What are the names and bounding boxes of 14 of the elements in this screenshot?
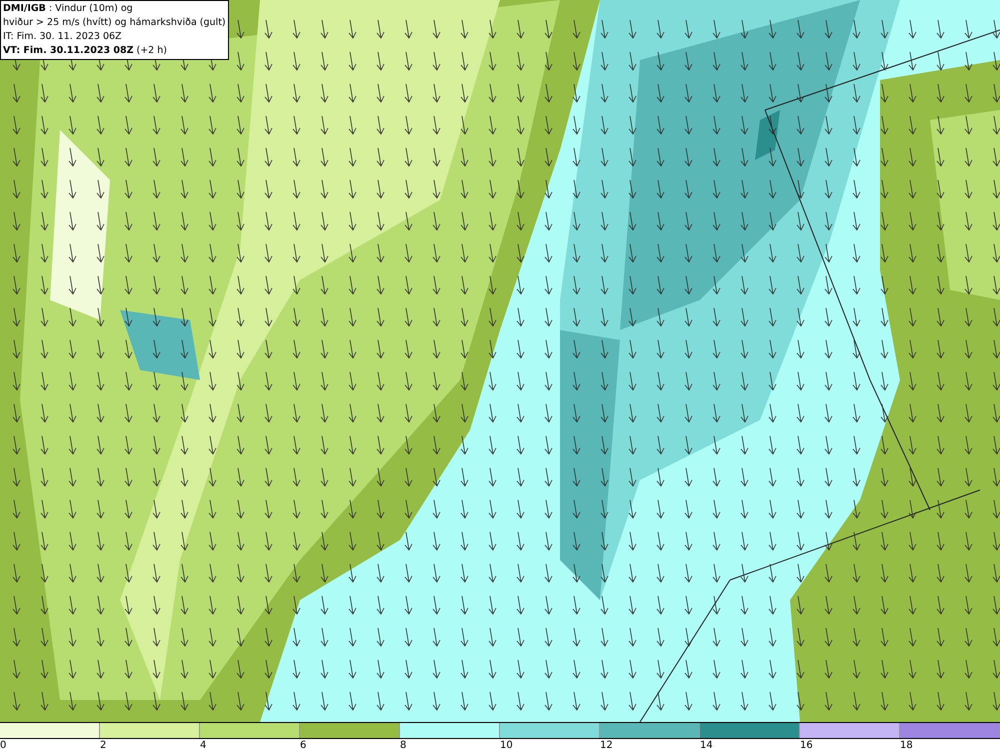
title-line: DMI/IGB : Vindur (10m) og (3, 2, 134, 16)
title-line: hviður > 25 m/s (hvítt) og hámarkshviða (gult) (3, 16, 226, 30)
title-line: IT: Fim. 30. 11. 2023 06Z (3, 30, 123, 44)
legend-label: 12 (600, 739, 613, 753)
legend-label: 2 (100, 739, 106, 753)
legend-label: 14 (700, 739, 713, 753)
legend-label: 4 (200, 739, 206, 753)
title-line: VT: Fim. 30.11.2023 08Z (+2 h) (3, 44, 168, 58)
legend-label: 16 (800, 739, 813, 753)
legend-label: 8 (400, 739, 406, 753)
legend-label: 6 (300, 739, 306, 753)
legend-label: 18 (900, 739, 913, 753)
legend-label: 0 (0, 739, 6, 753)
legend-label: 10 (500, 739, 513, 753)
